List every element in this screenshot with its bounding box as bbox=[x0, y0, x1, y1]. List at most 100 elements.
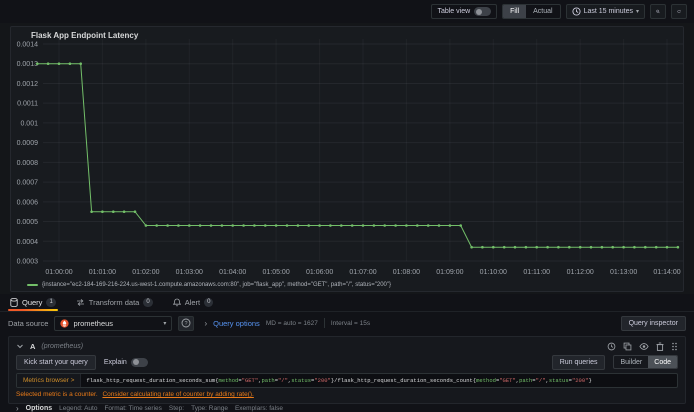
datasource-name: prometheus bbox=[73, 318, 114, 328]
zoom-out-icon bbox=[656, 9, 660, 14]
tab-transform-label: Transform data bbox=[88, 298, 140, 307]
tab-alert-count: 0 bbox=[204, 298, 214, 307]
svg-text:0.0004: 0.0004 bbox=[17, 239, 39, 246]
query-token: status bbox=[548, 377, 569, 384]
query-token: status bbox=[291, 377, 312, 384]
query-options-toggle[interactable]: › Query options MD = auto = 1627 Interva… bbox=[204, 318, 370, 328]
fill-button[interactable]: Fill bbox=[503, 5, 527, 18]
history-icon[interactable] bbox=[607, 342, 616, 351]
chevron-right-icon: › bbox=[16, 403, 19, 412]
editor-lower-pane: Query 1 Transform data 0 Alert 0 Data so… bbox=[0, 294, 694, 412]
svg-text:0.0011: 0.0011 bbox=[17, 101, 38, 108]
query-inspector-button[interactable]: Query inspector bbox=[620, 315, 686, 331]
explain-toggle[interactable] bbox=[130, 357, 148, 367]
option-step: Step: bbox=[168, 404, 185, 412]
query-token: path bbox=[261, 377, 275, 384]
code-mode-button[interactable]: Code bbox=[648, 356, 677, 368]
table-view-label: Table view bbox=[437, 8, 471, 15]
options-label: Options bbox=[25, 404, 53, 412]
query-options-interval: Interval = 15s bbox=[330, 319, 371, 327]
editor-mode-group: Builder Code bbox=[613, 355, 678, 369]
query-token: "GET" bbox=[499, 377, 516, 384]
svg-text:01:04:00: 01:04:00 bbox=[219, 269, 246, 276]
svg-text:?: ? bbox=[185, 321, 188, 327]
query-token: "/" bbox=[535, 377, 546, 384]
datasource-picker[interactable]: prometheus ▾ bbox=[54, 315, 173, 331]
query-token: } bbox=[588, 377, 592, 384]
query-options-label: Query options bbox=[213, 318, 260, 328]
query-options-row[interactable]: › Options Legend: Auto Format: Time seri… bbox=[16, 403, 678, 412]
svg-text:01:08:00: 01:08:00 bbox=[393, 269, 420, 276]
kick-start-button[interactable]: Kick start your query bbox=[16, 354, 96, 370]
svg-text:0.0006: 0.0006 bbox=[17, 199, 39, 206]
builder-mode-button[interactable]: Builder bbox=[614, 356, 648, 368]
svg-text:0.0007: 0.0007 bbox=[17, 180, 39, 187]
run-queries-button[interactable]: Run queries bbox=[551, 354, 606, 370]
svg-text:0.0009: 0.0009 bbox=[17, 140, 39, 147]
latency-chart[interactable]: 0.0014 0.0013 0.0012 0.0011 0.001 0.0009 0.000… bbox=[11, 27, 685, 293]
question-circle-icon: ? bbox=[181, 318, 191, 328]
svg-text:0.0003: 0.0003 bbox=[17, 259, 39, 266]
svg-text:0.0005: 0.0005 bbox=[17, 219, 39, 226]
query-token: "GET" bbox=[241, 377, 259, 384]
option-legend: Legend: Auto bbox=[59, 404, 98, 412]
svg-text:01:06:00: 01:06:00 bbox=[306, 269, 333, 276]
time-range-picker[interactable]: Last 15 minutes ▾ bbox=[565, 4, 645, 19]
tab-query-label: Query bbox=[22, 298, 43, 307]
metrics-browser-button[interactable]: Metrics browser > bbox=[17, 374, 82, 387]
query-token: path bbox=[519, 377, 533, 384]
query-row-actions bbox=[607, 342, 678, 351]
chevron-right-icon: › bbox=[204, 318, 208, 328]
explain-control: Explain bbox=[104, 357, 148, 367]
time-series-panel: Flask App Endpoint Latency 0.0014 0.0013 0… bbox=[10, 26, 684, 292]
editor-tabs: Query 1 Transform data 0 Alert 0 bbox=[0, 294, 694, 312]
svg-text:01:00:00: 01:00:00 bbox=[45, 269, 72, 276]
option-type: Type: Range bbox=[191, 404, 228, 412]
table-view-toggle[interactable] bbox=[474, 7, 492, 16]
zoom-out-button[interactable] bbox=[650, 4, 666, 19]
query-token: flask_http_request_duration_seconds_coun… bbox=[337, 377, 473, 384]
editor-toolbar: Table view Fill Actual Last 15 minutes ▾ bbox=[0, 0, 694, 23]
query-token: flask_http_request_duration_seconds_sum bbox=[86, 377, 216, 384]
tab-transform-data[interactable]: Transform data 0 bbox=[74, 294, 155, 311]
counter-warning: Selected metric is a counter. Consider c… bbox=[16, 391, 678, 400]
collapse-chevron-icon[interactable] bbox=[16, 342, 24, 350]
option-exemplars: Exemplars: false bbox=[234, 404, 283, 412]
refresh-button[interactable] bbox=[671, 4, 687, 19]
clock-icon bbox=[572, 7, 581, 16]
query-ref-id[interactable]: A bbox=[30, 342, 35, 351]
legend-item[interactable]: {instance="ec2-184-169-216-224.us-west-1… bbox=[27, 282, 391, 288]
tab-query-count: 1 bbox=[46, 298, 56, 307]
svg-text:0.001: 0.001 bbox=[20, 120, 38, 127]
prometheus-icon bbox=[60, 318, 70, 328]
eye-icon[interactable] bbox=[639, 342, 649, 351]
trash-icon[interactable] bbox=[656, 342, 664, 351]
datasource-help-button[interactable]: ? bbox=[178, 315, 195, 331]
query-token: method bbox=[218, 377, 239, 384]
query-options-md: MD = auto = 1627 bbox=[265, 319, 318, 327]
copy-icon[interactable] bbox=[623, 342, 632, 351]
svg-text:01:10:00: 01:10:00 bbox=[480, 269, 507, 276]
refresh-icon bbox=[677, 9, 681, 13]
query-toolbar: Kick start your query Explain Run querie… bbox=[16, 353, 678, 371]
svg-text:01:05:00: 01:05:00 bbox=[262, 269, 289, 276]
query-datasource-hint: (prometheus) bbox=[41, 342, 84, 350]
actual-button[interactable]: Actual bbox=[526, 5, 559, 18]
toggle-knob bbox=[476, 8, 483, 15]
tab-query[interactable]: Query 1 bbox=[8, 294, 58, 311]
query-expression[interactable]: flask_http_request_duration_seconds_sum{… bbox=[81, 374, 677, 387]
drag-handle-icon[interactable] bbox=[671, 342, 678, 351]
series-color-swatch bbox=[27, 284, 38, 286]
toggle-knob bbox=[132, 359, 139, 365]
grafana-panel-editor: Table view Fill Actual Last 15 minutes ▾… bbox=[0, 0, 694, 412]
svg-text:01:01:00: 01:01:00 bbox=[89, 269, 116, 276]
promql-editor: Metrics browser > flask_http_request_dur… bbox=[16, 373, 678, 388]
svg-text:01:13:00: 01:13:00 bbox=[610, 269, 637, 276]
svg-text:01:11:00: 01:11:00 bbox=[523, 269, 550, 276]
warning-rate-link[interactable]: Consider calculating rate of counter by … bbox=[102, 391, 253, 398]
datasource-label: Data source bbox=[8, 318, 49, 328]
series-legend-label: {instance="ec2-184-169-216-224.us-west-1… bbox=[42, 282, 391, 288]
database-icon bbox=[10, 298, 18, 307]
svg-text:01:09:00: 01:09:00 bbox=[436, 269, 463, 276]
tab-alert[interactable]: Alert 0 bbox=[171, 294, 216, 311]
